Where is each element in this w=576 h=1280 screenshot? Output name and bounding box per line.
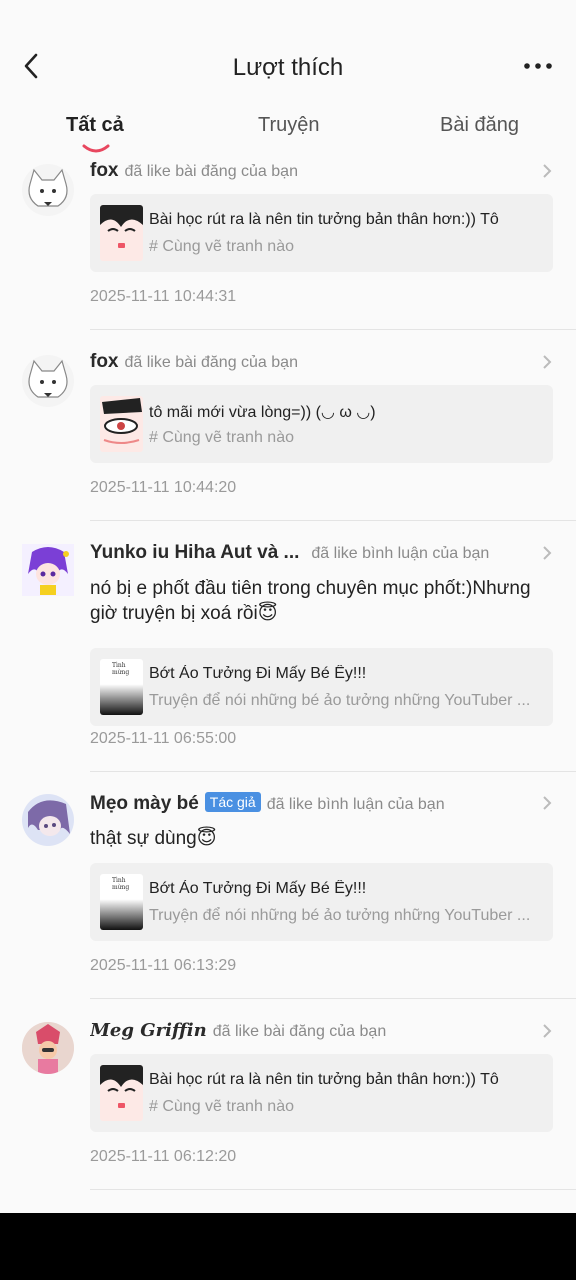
name-row: fox đã like bài đăng của bạn — [90, 160, 536, 182]
timestamp: 2025-11-11 06:12:20 — [90, 1148, 237, 1165]
avatar[interactable] — [22, 544, 74, 596]
nav-bar: Lượt thích — [0, 38, 576, 98]
anime-avatar-icon — [28, 800, 70, 836]
card-title: Bớt Ảo Tưởng Đi Mấy Bé Êy!!! — [149, 665, 367, 682]
card-title: Bài học rút ra là nên tin tưởng bản thân… — [149, 1071, 499, 1088]
tab-bar: Tất cả Truyện Bài đăng — [0, 108, 576, 156]
chevron-right-icon[interactable] — [540, 1022, 554, 1040]
action-text: đã like bình luận của bạn — [311, 545, 490, 562]
post-thumbnail — [100, 205, 143, 261]
name-row: Meg Griffin đã like bài đăng của bạn — [90, 1020, 536, 1041]
card-title: Bớt Ảo Tưởng Đi Mấy Bé Êy!!! — [149, 880, 367, 897]
divider — [90, 771, 576, 772]
tab-stories[interactable]: Truyện — [258, 114, 320, 137]
more-options-icon[interactable] — [520, 52, 556, 80]
post-card[interactable]: Bài học rút ra là nên tin tưởng bản thân… — [90, 194, 553, 272]
story-card[interactable]: Tình mừng Bớt Ảo Tưởng Đi Mấy Bé Êy!!! T… — [90, 863, 553, 941]
avatar[interactable] — [22, 794, 74, 846]
story-thumbnail: Tình mừng — [100, 874, 143, 930]
action-text: đã like bài đăng của bạn — [124, 354, 298, 371]
chevron-right-icon[interactable] — [540, 794, 554, 812]
name-row: Yunko iu Hiha Aut và ... đã like bình luậ… — [90, 542, 536, 564]
comment-text: nó bị e phốt đầu tiên trong chuyên mục p… — [90, 578, 531, 624]
name-row: Mẹo mày bé Tác giả đã like bình luận của b… — [90, 792, 536, 815]
avatar[interactable] — [22, 355, 74, 407]
card-hashtag: # Cùng vẽ tranh nào — [149, 429, 294, 446]
action-text: đã like bài đăng của bạn — [124, 163, 298, 180]
author-badge: Tác giả — [204, 792, 261, 812]
cat-avatar-icon — [28, 359, 68, 398]
timestamp: 2025-11-11 10:44:20 — [90, 479, 237, 496]
chevron-right-icon[interactable] — [540, 544, 554, 562]
cat-avatar-icon — [28, 168, 68, 207]
divider — [90, 998, 576, 999]
avatar[interactable] — [22, 164, 74, 216]
tab-all[interactable]: Tất cả — [66, 114, 124, 137]
timestamp: 2025-11-11 06:13:29 — [90, 957, 237, 974]
card-hashtag: # Cùng vẽ tranh nào — [149, 1098, 294, 1115]
post-card[interactable]: Bài học rút ra là nên tin tưởng bản thân… — [90, 1054, 553, 1132]
avatar[interactable] — [22, 1022, 74, 1074]
timestamp: 2025-11-11 10:44:31 — [90, 288, 237, 305]
comment-text: thật sự dùng😇 — [90, 828, 217, 849]
username[interactable]: Yunko iu Hiha Aut và ... — [90, 542, 299, 563]
chevron-right-icon[interactable] — [540, 162, 554, 180]
username[interactable]: Mẹo mày bé — [90, 793, 199, 814]
username[interactable]: fox — [90, 160, 119, 181]
username[interactable]: Meg Griffin — [90, 1020, 207, 1041]
divider — [90, 1189, 576, 1190]
action-text: đã like bình luận của bạn — [266, 796, 445, 813]
card-title: tô mãi mới vừa lòng=)) (◡ ω ◡) — [149, 404, 376, 421]
page-title: Lượt thích — [232, 54, 344, 81]
system-navigation-area — [0, 1213, 576, 1280]
cartoon-avatar-icon — [22, 1022, 74, 1074]
card-title: Bài học rút ra là nên tin tưởng bản thân… — [149, 211, 499, 228]
story-thumbnail: Tình mừng — [100, 659, 143, 715]
chevron-right-icon[interactable] — [540, 353, 554, 371]
name-row: fox đã like bài đăng của bạn — [90, 351, 536, 373]
anime-avatar-icon — [28, 547, 69, 595]
post-thumbnail — [100, 1065, 143, 1121]
card-hashtag: # Cùng vẽ tranh nào — [149, 238, 294, 255]
divider — [90, 329, 576, 330]
username[interactable]: fox — [90, 351, 119, 372]
timestamp: 2025-11-11 06:55:00 — [90, 730, 237, 747]
thumbnail-caption: Tình mừng — [112, 662, 130, 676]
tab-posts[interactable]: Bài đăng — [440, 114, 519, 137]
post-card[interactable]: tô mãi mới vừa lòng=)) (◡ ω ◡) # Cùng vẽ… — [90, 385, 553, 463]
action-text: đã like bài đăng của bạn — [212, 1023, 387, 1040]
post-thumbnail — [100, 396, 143, 452]
likes-page: Lượt thích Tất cả Truyện Bài đăng fox đã … — [0, 0, 576, 1213]
divider — [90, 520, 576, 521]
active-tab-indicator — [82, 144, 110, 153]
card-description: Truyện để nói những bé ảo tưởng những Yo… — [149, 907, 531, 924]
card-description: Truyện để nói những bé ảo tưởng những Yo… — [149, 692, 531, 709]
thumbnail-caption: Tình mừng — [112, 877, 130, 891]
story-card[interactable]: Tình mừng Bớt Ảo Tưởng Đi Mấy Bé Êy!!! T… — [90, 648, 553, 726]
